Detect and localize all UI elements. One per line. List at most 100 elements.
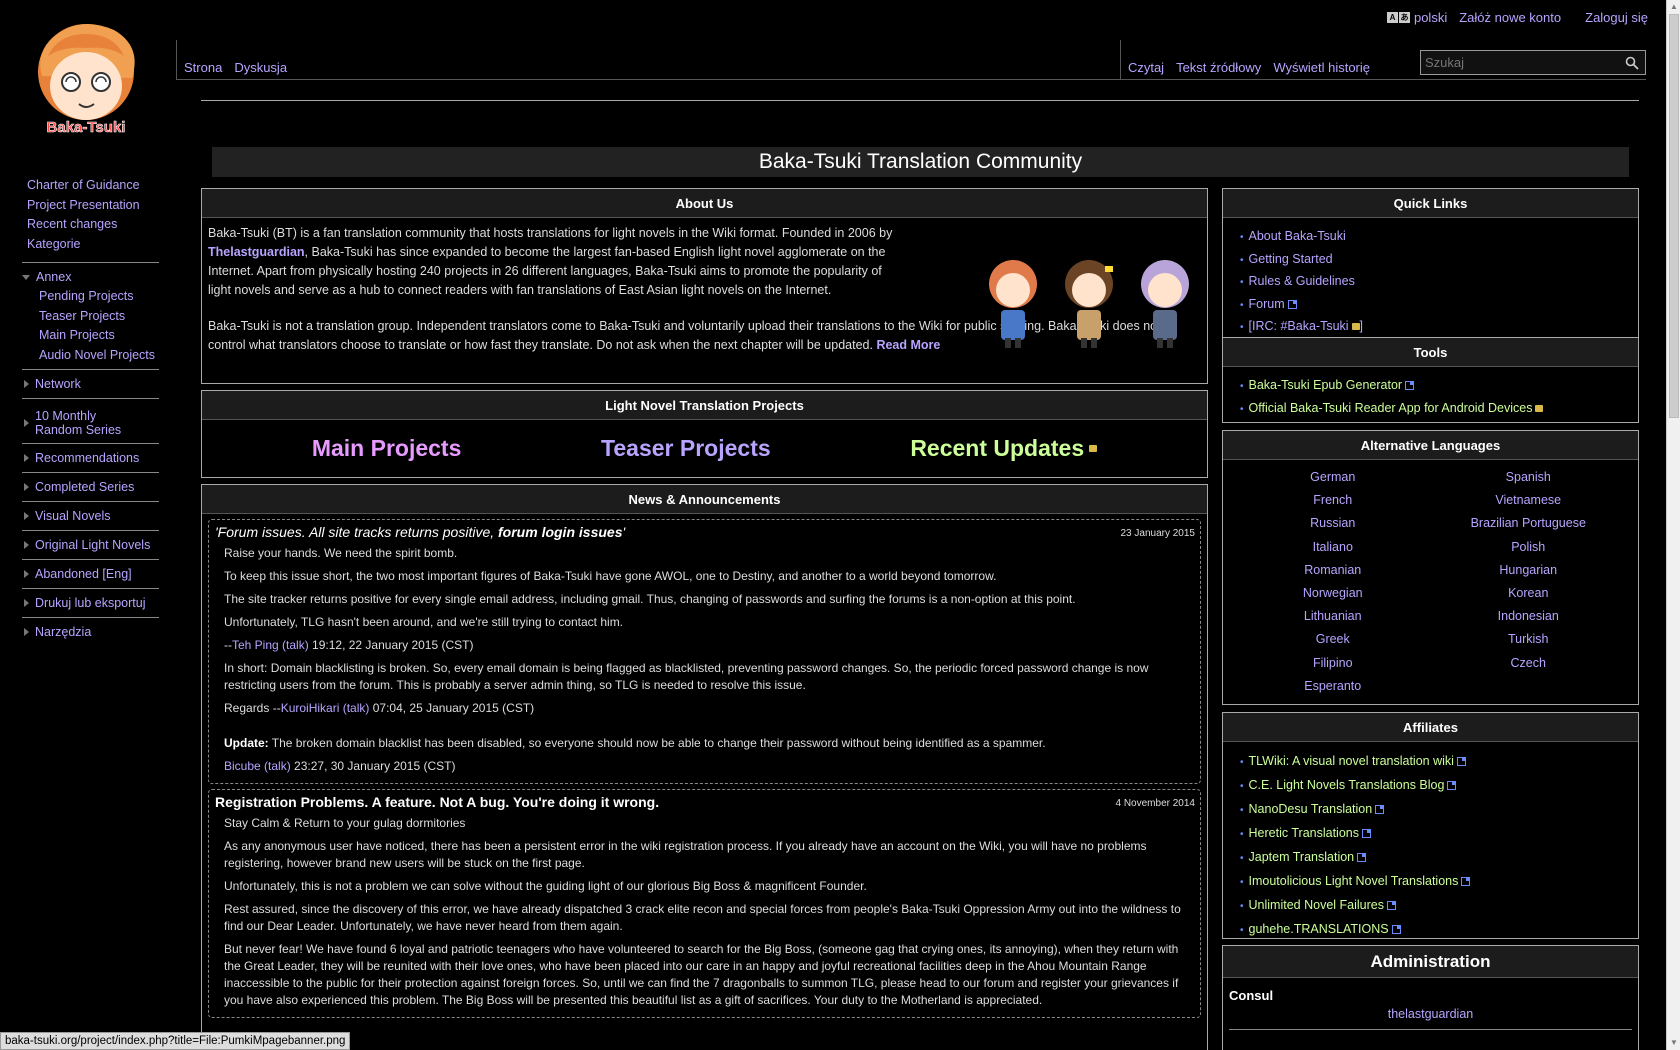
language-link[interactable]: Romanian <box>1235 559 1431 582</box>
quick-link-about[interactable]: About Baka-Tsuki <box>1240 226 1638 249</box>
chevron-right-icon <box>24 570 29 578</box>
consul-user-link[interactable]: thelastguardian <box>1223 1007 1638 1021</box>
language-link[interactable]: Russian <box>1235 512 1431 535</box>
affiliate-link[interactable]: C.E. Light Novels Translations Blog <box>1240 774 1638 798</box>
news-text: Unfortunately, TLG hasn't been around, a… <box>224 615 624 629</box>
language-link[interactable]: Brazilian Portuguese <box>1431 512 1627 535</box>
signature: Regards --KuroiHikari (talk) 07:04, 25 J… <box>224 701 535 715</box>
tab-history[interactable]: Wyświetl historię <box>1273 60 1370 75</box>
affiliate-link[interactable]: NanoDesu Translation <box>1240 798 1638 822</box>
portal-completed-series-header[interactable]: Completed Series <box>22 473 159 501</box>
search-icon[interactable] <box>1625 56 1639 70</box>
tab-view-source[interactable]: Tekst źródłowy <box>1176 60 1261 75</box>
news-text: In short: Domain blacklisting is broken.… <box>224 661 1149 692</box>
sidebar-item-audio-novel-projects[interactable]: Audio Novel Projects <box>22 346 159 366</box>
affiliate-link[interactable]: Imoutolicious Light Novel Translations <box>1240 870 1638 894</box>
chevron-down-icon <box>22 274 30 280</box>
language-link[interactable]: Korean <box>1431 582 1627 605</box>
affiliate-link[interactable]: Heretic Translations <box>1240 822 1638 846</box>
language-link[interactable]: Indonesian <box>1431 605 1627 628</box>
scroll-up-icon[interactable]: ▲ <box>1667 0 1680 14</box>
portal-recommendations-header[interactable]: Recommendations <box>22 444 159 472</box>
about-us-heading: About Us <box>202 189 1207 218</box>
language-link[interactable]: Greek <box>1235 628 1431 651</box>
sidebar-item-categories[interactable]: Kategorie <box>0 235 176 255</box>
language-link[interactable]: Lithuanian <box>1235 605 1431 628</box>
affiliate-link[interactable]: guhehe.TRANSLATIONS <box>1240 918 1638 942</box>
sidebar-item-charter[interactable]: Charter of Guidance <box>0 176 176 196</box>
talk-link[interactable]: (talk) <box>282 638 309 652</box>
affiliates-list: TLWiki: A visual novel translation wikiC… <box>1223 742 1638 942</box>
tool-android-reader[interactable]: Official Baka-Tsuki Reader App for Andro… <box>1240 398 1638 421</box>
site-logo[interactable]: Baka-Tsuki <box>24 16 150 142</box>
read-more-link[interactable]: Read More <box>876 338 940 352</box>
talk-link[interactable]: (talk) <box>343 701 370 715</box>
scrollbar-thumb[interactable] <box>1669 14 1679 418</box>
administration-heading: Administration <box>1223 946 1638 978</box>
affiliate-link[interactable]: Japtem Translation <box>1240 846 1638 870</box>
affiliate-link[interactable]: TLWiki: A visual novel translation wiki <box>1240 750 1638 774</box>
chevron-right-icon <box>24 454 29 462</box>
portal-tools: Narzędzia <box>22 617 159 646</box>
language-selector[interactable]: Aあ polski <box>1386 10 1447 25</box>
language-link[interactable]: Italiano <box>1235 536 1431 559</box>
create-account-link[interactable]: Załóż nowe konto <box>1459 10 1561 25</box>
portal-tools-header[interactable]: Narzędzia <box>22 618 159 646</box>
sidebar-item-project-presentation[interactable]: Project Presentation <box>0 196 176 216</box>
language-link[interactable]: Esperanto <box>1235 675 1431 698</box>
user-link[interactable]: Teh Ping <box>232 638 279 652</box>
page-scrollbar[interactable]: ▲ ▼ <box>1666 0 1680 1050</box>
portal-label: Narzędzia <box>35 625 92 639</box>
main-projects-link[interactable]: Main Projects <box>312 435 462 462</box>
portal-abandoned-header[interactable]: Abandoned [Eng] <box>22 560 159 588</box>
external-link-icon <box>1447 781 1457 790</box>
language-link[interactable]: Turkish <box>1431 628 1627 651</box>
language-link[interactable]: Vietnamese <box>1431 489 1627 512</box>
language-link[interactable]: Polish <box>1431 536 1627 559</box>
language-link[interactable]: French <box>1235 489 1431 512</box>
divider <box>1229 1029 1632 1030</box>
user-link[interactable]: Bicube <box>224 759 261 773</box>
portal-print-export-header[interactable]: Drukuj lub eksportuj <box>22 589 159 617</box>
sidebar-item-main-projects[interactable]: Main Projects <box>22 326 159 346</box>
chevron-right-icon <box>24 419 29 427</box>
tool-epub-generator[interactable]: Baka-Tsuki Epub Generator <box>1240 375 1638 398</box>
language-link[interactable]: polski <box>1414 10 1447 25</box>
language-link[interactable]: Norwegian <box>1235 582 1431 605</box>
portal-original-light-novels-header[interactable]: Original Light Novels <box>22 531 159 559</box>
login-link[interactable]: Zaloguj się <box>1585 10 1648 25</box>
search-input[interactable] <box>1421 51 1617 74</box>
tab-read[interactable]: Czytaj <box>1128 60 1164 75</box>
founder-link[interactable]: Thelastguardian <box>208 245 305 259</box>
language-link[interactable]: Filipino <box>1235 652 1431 675</box>
chevron-right-icon <box>24 512 29 520</box>
sidebar-item-teaser-projects[interactable]: Teaser Projects <box>22 307 159 327</box>
quick-link-rules[interactable]: Rules & Guidelines <box>1240 271 1638 294</box>
quick-link-forum[interactable]: Forum <box>1240 294 1638 317</box>
portal-label: Network <box>35 377 81 391</box>
portal-network-header[interactable]: Network <box>22 370 159 398</box>
language-link[interactable]: Spanish <box>1431 466 1627 489</box>
recent-updates-link[interactable]: Recent Updates <box>910 435 1084 462</box>
language-link[interactable]: Hungarian <box>1431 559 1627 582</box>
quick-links-heading: Quick Links <box>1223 189 1638 218</box>
news-item-title: Registration Problems. A feature. Not A … <box>215 794 660 810</box>
portal-label: Recommendations <box>35 451 140 465</box>
affiliate-link[interactable]: Unlimited Novel Failures <box>1240 894 1638 918</box>
sidebar-item-pending-projects[interactable]: Pending Projects <box>22 287 159 307</box>
portal-visual-novels-header[interactable]: Visual Novels <box>22 502 159 530</box>
teaser-projects-link[interactable]: Teaser Projects <box>601 435 771 462</box>
quick-link-getting-started[interactable]: Getting Started <box>1240 249 1638 272</box>
tab-page[interactable]: Strona <box>184 60 222 75</box>
language-link[interactable]: Czech <box>1431 652 1627 675</box>
quick-link-irc[interactable]: [IRC: #Baka-Tsuki] <box>1240 316 1638 339</box>
portal-monthly-random-header[interactable]: 10 Monthly Random Series <box>22 399 159 443</box>
scroll-down-icon[interactable]: ▼ <box>1667 1036 1680 1050</box>
talk-link[interactable]: (talk) <box>264 759 291 773</box>
tab-discussion[interactable]: Dyskusja <box>234 60 287 75</box>
user-link[interactable]: KuroiHikari <box>281 701 340 715</box>
chibi-characters-image <box>989 260 1189 348</box>
sidebar-item-recent-changes[interactable]: Recent changes <box>0 215 176 235</box>
portal-monthly-random: 10 Monthly Random Series <box>22 398 159 443</box>
language-link[interactable]: German <box>1235 466 1431 489</box>
